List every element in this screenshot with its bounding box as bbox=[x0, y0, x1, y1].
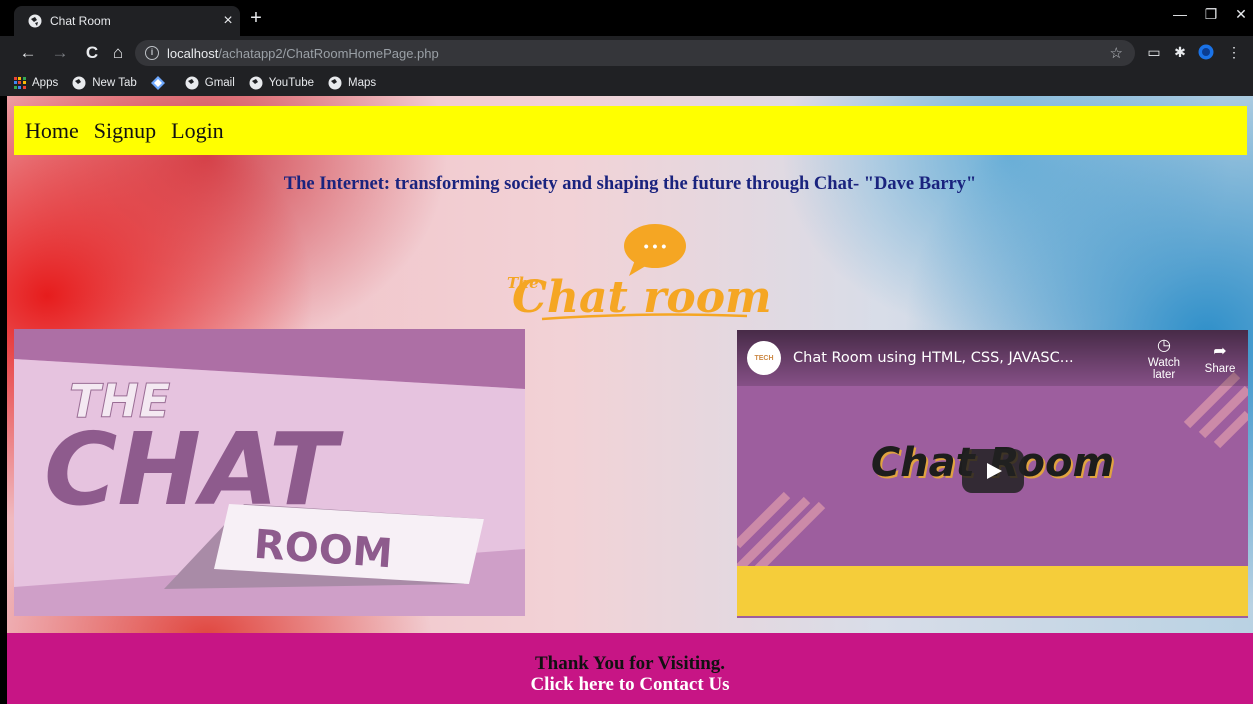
forward-arrow-icon[interactable]: → bbox=[48, 42, 72, 64]
youtube-embed[interactable]: TECH Chat Room using HTML, CSS, JAVASC..… bbox=[737, 330, 1248, 618]
page-content: Home Signup Login The Internet: transfor… bbox=[7, 96, 1253, 704]
close-window-icon[interactable]: ✕ bbox=[1226, 6, 1253, 23]
diamond-logo-icon bbox=[150, 76, 165, 90]
url-path: /achatapp2/ChatRoomHomePage.php bbox=[218, 45, 439, 61]
bookmark-star-icon[interactable]: ☆ bbox=[1110, 44, 1123, 62]
share-arrow-icon: ➦ bbox=[1213, 343, 1227, 360]
tab-title: Chat Room bbox=[50, 14, 111, 28]
apps-grid-icon bbox=[14, 77, 26, 89]
nav-signup-link[interactable]: Signup bbox=[94, 118, 156, 144]
bubble-dots: • • • bbox=[644, 238, 667, 254]
bookmark-new-tab-label: New Tab bbox=[92, 77, 137, 89]
video-title[interactable]: Chat Room using HTML, CSS, JAVASC... bbox=[793, 350, 1136, 366]
address-bar[interactable]: i localhost/achatapp2/ChatRoomHomePage.p… bbox=[135, 40, 1135, 66]
globe-icon bbox=[28, 14, 42, 28]
menu-kebab-icon[interactable]: ⋮ bbox=[1225, 44, 1243, 62]
video-header: TECH Chat Room using HTML, CSS, JAVASC..… bbox=[737, 330, 1248, 386]
url-host: localhost bbox=[167, 45, 219, 61]
bookmark-diamond[interactable] bbox=[150, 76, 171, 90]
page-quote: The Internet: transforming society and s… bbox=[283, 174, 977, 194]
reload-icon[interactable]: C bbox=[80, 42, 104, 64]
globe-icon bbox=[249, 76, 263, 90]
browser-tab[interactable]: Chat Room × bbox=[14, 6, 240, 36]
tab-close-icon[interactable]: × bbox=[216, 12, 240, 30]
new-tab-button[interactable]: + bbox=[246, 7, 266, 30]
footer-thanks: Thank You for Visiting. bbox=[534, 653, 726, 674]
bookmark-youtube[interactable]: YouTube bbox=[249, 76, 314, 90]
globe-icon bbox=[72, 76, 86, 90]
globe-icon bbox=[328, 76, 342, 90]
minimize-icon[interactable]: — bbox=[1165, 6, 1195, 22]
nav-home-link[interactable]: Home bbox=[25, 118, 79, 144]
page-footer: Thank You for Visiting. Click here to Co… bbox=[7, 633, 1253, 704]
browser-tab-strip: Chat Room × + — ❐ ✕ bbox=[0, 0, 1253, 36]
bookmark-apps-label: Apps bbox=[32, 77, 59, 89]
top-navbar: Home Signup Login bbox=[14, 106, 1247, 155]
bookmark-new-tab[interactable]: New Tab bbox=[72, 76, 137, 90]
chat-room-graphic: THE CHAT ROOM bbox=[14, 329, 525, 616]
speech-bubble-icon: • • • bbox=[624, 224, 686, 276]
watch-later-label: Watch later bbox=[1147, 357, 1181, 381]
bookmarks-bar: Apps New Tab Gmail YouTube Maps bbox=[0, 70, 1253, 96]
bookmark-youtube-label: YouTube bbox=[268, 77, 314, 89]
info-icon[interactable]: i bbox=[145, 46, 159, 60]
browser-toolbar: ← → C ⌂ i localhost/achatapp2/ChatRoomHo… bbox=[0, 36, 1253, 70]
bookmark-gmail-label: Gmail bbox=[204, 77, 235, 89]
share-label: Share bbox=[1204, 363, 1236, 375]
bookmark-maps[interactable]: Maps bbox=[328, 76, 376, 90]
watch-later-button[interactable]: ◷ Watch later bbox=[1136, 335, 1192, 381]
bookmark-apps[interactable]: Apps bbox=[14, 77, 58, 89]
video-yellow-band bbox=[737, 566, 1248, 616]
home-icon[interactable]: ⌂ bbox=[106, 42, 130, 64]
restore-icon[interactable]: ❐ bbox=[1196, 6, 1226, 23]
bookmark-maps-label: Maps bbox=[348, 77, 377, 89]
cast-icon[interactable]: ▭ bbox=[1145, 44, 1163, 62]
play-button[interactable] bbox=[962, 449, 1024, 493]
bookmark-gmail[interactable]: Gmail bbox=[185, 76, 235, 90]
contact-us-link[interactable]: Click here to Contact Us bbox=[7, 674, 1253, 696]
nav-login-link[interactable]: Login bbox=[171, 118, 224, 144]
share-button[interactable]: ➦ Share bbox=[1192, 341, 1248, 375]
back-arrow-icon[interactable]: ← bbox=[16, 42, 40, 64]
channel-avatar[interactable]: TECH bbox=[747, 341, 781, 375]
graphic-room-text: ROOM bbox=[252, 522, 393, 578]
extensions-puzzle-icon[interactable]: ✱ bbox=[1171, 44, 1189, 62]
profile-avatar-icon[interactable] bbox=[1197, 44, 1215, 62]
clock-icon: ◷ bbox=[1157, 337, 1171, 354]
chat-room-logo: • • • The Chat room bbox=[507, 224, 772, 323]
globe-icon bbox=[185, 76, 199, 90]
